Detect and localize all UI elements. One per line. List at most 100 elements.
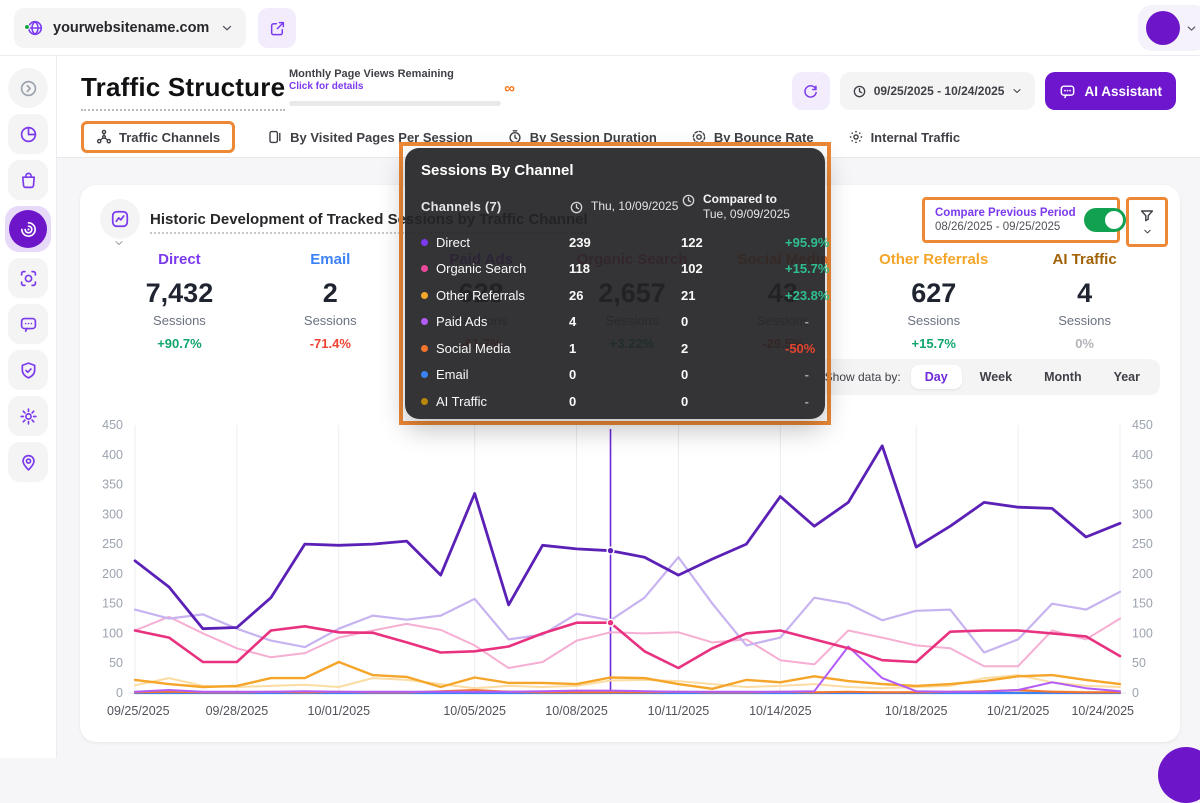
sidebar-item-location-pin-icon[interactable] — [8, 442, 48, 482]
tooltip-previous-value: 0 — [681, 367, 785, 382]
refresh-button[interactable] — [792, 72, 830, 110]
chat-icon — [1059, 83, 1076, 100]
stat-value: 2 — [255, 278, 406, 309]
svg-text:100: 100 — [1132, 626, 1153, 640]
compare-toggle[interactable] — [1084, 208, 1126, 232]
tooltip-change: +95.9% — [785, 235, 829, 250]
svg-text:10/14/2025: 10/14/2025 — [749, 704, 812, 718]
tooltip-channel-name: Organic Search — [436, 261, 526, 276]
svg-text:400: 400 — [1132, 448, 1153, 462]
tooltip-previous-value: 21 — [681, 288, 785, 303]
svg-text:200: 200 — [102, 567, 123, 581]
tooltip-change: - — [785, 394, 809, 409]
tooltip-current-value: 0 — [569, 367, 681, 382]
date-range-picker[interactable]: 09/25/2025 - 10/24/2025 — [840, 72, 1036, 110]
tooltip-row-direct: Direct239122+95.9% — [421, 229, 809, 256]
tab-traffic-channels[interactable]: Traffic Channels — [81, 121, 235, 153]
stat-unit: Sessions — [255, 313, 406, 328]
channel-color-dot — [421, 292, 428, 299]
floating-action-button[interactable] — [1158, 747, 1200, 803]
stat-unit: Sessions — [1009, 313, 1160, 328]
pageviews-quota: Monthly Page Views Remaining Click for d… — [289, 68, 501, 106]
tab-label: Internal Traffic — [871, 130, 961, 145]
date-range-value: 09/25/2025 - 10/24/2025 — [874, 84, 1005, 98]
stat-change: +15.7% — [858, 336, 1009, 351]
gear-icon — [19, 407, 38, 426]
sidebar-item-shopping-bag-icon[interactable] — [8, 160, 48, 200]
svg-text:09/25/2025: 09/25/2025 — [107, 704, 170, 718]
sidebar-item-shield-check-icon[interactable] — [8, 350, 48, 390]
tooltip-channel-name: Other Referrals — [436, 288, 525, 303]
tooltip-change: - — [785, 314, 809, 329]
ai-assistant-label: AI Assistant — [1084, 84, 1162, 99]
tab-internal-traffic[interactable]: Internal Traffic — [846, 122, 963, 152]
ai-assistant-button[interactable]: AI Assistant — [1045, 72, 1176, 110]
chart-type-button[interactable] — [100, 199, 140, 239]
stat-value: 7,432 — [104, 278, 255, 309]
tooltip-row-email: Email00- — [421, 362, 809, 389]
svg-text:150: 150 — [1132, 597, 1153, 611]
compare-range: 08/26/2025 - 09/25/2025 — [935, 221, 1076, 233]
pages-icon — [267, 129, 283, 145]
sidebar-item-pie-chart-icon[interactable] — [8, 114, 48, 154]
tooltip-previous-value: 2 — [681, 341, 785, 356]
svg-text:350: 350 — [1132, 478, 1153, 492]
pageviews-label: Monthly Page Views Remaining — [289, 68, 501, 80]
svg-text:150: 150 — [102, 597, 123, 611]
svg-text:350: 350 — [102, 478, 123, 492]
chat-bubble-icon — [19, 315, 38, 334]
tooltip-change: - — [785, 367, 809, 382]
shopping-bag-icon — [19, 171, 38, 190]
website-selector[interactable]: yourwebsitename.com — [14, 8, 246, 48]
share-nodes-icon — [96, 129, 112, 145]
sidebar-item-chat-bubble-icon[interactable] — [8, 304, 48, 344]
stat-channel-label: Other Referrals — [858, 251, 1009, 268]
tooltip-current-value: 0 — [569, 394, 681, 409]
page-title: Traffic Structure — [81, 72, 285, 111]
pageviews-details-link[interactable]: Click for details — [289, 81, 501, 92]
compare-previous-period: Compare Previous Period 08/26/2025 - 09/… — [922, 197, 1120, 243]
chevron-down-icon — [1185, 22, 1198, 35]
channel-stat-other-referrals[interactable]: Other Referrals627Sessions+15.7% — [858, 251, 1009, 351]
open-website-button[interactable] — [258, 8, 296, 48]
clock-icon — [852, 84, 867, 99]
tooltip-row-paid-ads: Paid Ads40- — [421, 309, 809, 336]
tooltip-compared-label: Compared to — [703, 192, 790, 206]
sidebar-item-scan-target-icon[interactable] — [8, 258, 48, 298]
granularity-option-day[interactable]: Day — [911, 365, 962, 389]
sidebar-item-collapse-icon[interactable] — [8, 68, 48, 108]
compare-label: Compare Previous Period — [935, 207, 1076, 219]
tooltip-channel-name: AI Traffic — [436, 394, 487, 409]
external-link-icon — [269, 20, 286, 37]
sidebar-item-sessions-radar-icon[interactable] — [9, 210, 47, 248]
granularity-option-week[interactable]: Week — [966, 365, 1026, 389]
tooltip-change: -50% — [785, 341, 815, 356]
tooltip-change: +23.8% — [785, 288, 829, 303]
channel-color-dot — [421, 239, 428, 246]
infinity-badge: ∞ — [504, 80, 515, 97]
show-data-by: Show data by: DayWeekMonthYear — [813, 359, 1160, 395]
sessions-line-chart[interactable]: 0050501001001501502002002502503003003503… — [90, 417, 1170, 721]
filter-button[interactable] — [1126, 197, 1168, 247]
tooltip-current-value: 26 — [569, 288, 681, 303]
stat-change: 0% — [1009, 336, 1160, 351]
chevron-down-icon[interactable] — [113, 237, 125, 249]
user-menu[interactable] — [1138, 5, 1200, 51]
svg-text:10/24/2025: 10/24/2025 — [1071, 704, 1134, 718]
tooltip-channel-name: Direct — [436, 235, 470, 250]
channel-color-dot — [421, 398, 428, 405]
granularity-option-year[interactable]: Year — [1100, 365, 1154, 389]
tooltip-current-value: 4 — [569, 314, 681, 329]
tooltip-channel-name: Paid Ads — [436, 314, 487, 329]
svg-text:50: 50 — [1132, 656, 1146, 670]
sidebar-item-gear-icon[interactable] — [8, 396, 48, 436]
top-bar: yourwebsitename.com — [0, 0, 1200, 56]
channel-stat-direct[interactable]: Direct7,432Sessions+90.7% — [104, 251, 255, 351]
tooltip-highlight-box: Sessions By Channel Channels (7) Thu, 10… — [399, 142, 831, 425]
stat-channel-label: Direct — [104, 251, 255, 268]
line-chart-icon — [110, 209, 130, 229]
channel-stat-ai-traffic[interactable]: AI Traffic4Sessions0% — [1009, 251, 1160, 351]
tooltip-previous-value: 102 — [681, 261, 785, 276]
granularity-option-month[interactable]: Month — [1030, 365, 1095, 389]
channel-stat-email[interactable]: Email2Sessions-71.4% — [255, 251, 406, 351]
